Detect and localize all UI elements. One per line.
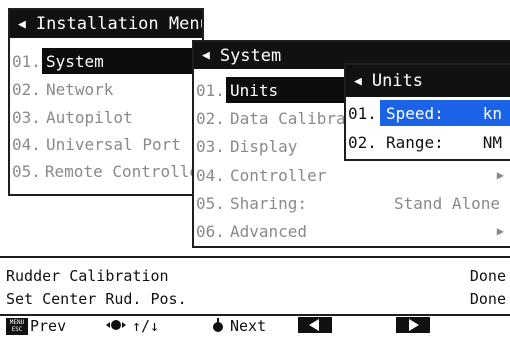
footer-bar: MENU ESC Prev ↑/↓ Next xyxy=(0,314,510,335)
menu-item-autopilot[interactable]: 03. Autopilot xyxy=(10,104,202,130)
menu-item-network[interactable]: 02. Network xyxy=(10,76,202,102)
range-value: NM xyxy=(482,132,502,152)
installation-menu-panel: ◀ Installation Menu 01. System 02. Netwo… xyxy=(8,8,204,196)
menu-item-sharing[interactable]: 05. Sharing: Stand Alone xyxy=(194,190,510,216)
status-set-center: Set Center Rud. Pos. Done xyxy=(6,289,506,308)
units-menu-title: Units xyxy=(371,71,424,91)
back-triangle-icon[interactable]: ◀ xyxy=(354,74,362,89)
press-knob-icon[interactable] xyxy=(210,317,226,337)
back-triangle-icon[interactable]: ◀ xyxy=(18,17,26,32)
speed-value: kn xyxy=(482,103,502,123)
system-menu-title: System xyxy=(219,45,282,66)
menu-item-system[interactable]: 01. System xyxy=(10,48,202,74)
submenu-arrow-icon: ▶ xyxy=(496,224,504,238)
back-triangle-icon[interactable]: ◀ xyxy=(202,48,210,63)
menu-esc-key-icon[interactable]: MENU ESC xyxy=(6,318,28,335)
menu-item-remote-controller[interactable]: 05. Remote Controller xyxy=(10,158,202,184)
footer-next-label: Next xyxy=(230,317,267,335)
units-menu-panel: ◀ Units 01. Speed: kn 02. Range: NM xyxy=(344,63,510,161)
submenu-arrow-icon: ▶ xyxy=(496,168,504,182)
sharing-value: Stand Alone xyxy=(394,193,500,213)
installation-menu-title: Installation Menu xyxy=(35,14,204,34)
units-menu-title-bar: ◀ Units xyxy=(346,65,510,97)
left-arrow-key-icon[interactable] xyxy=(298,317,332,333)
footer-prev-label: Prev xyxy=(30,317,67,335)
menu-item-controller[interactable]: 04. Controller ▶ xyxy=(194,162,510,188)
installation-menu-title-bar: ◀ Installation Menu xyxy=(10,10,202,38)
menu-item-speed[interactable]: 01. Speed: kn xyxy=(346,100,510,126)
status-rudder-calibration: Rudder Calibration Done xyxy=(6,266,506,285)
menu-item-range[interactable]: 02. Range: NM xyxy=(346,129,510,155)
right-arrow-key-icon[interactable] xyxy=(396,317,430,333)
menu-item-advanced[interactable]: 06. Advanced ▶ xyxy=(194,218,510,244)
status-divider xyxy=(0,256,510,258)
menu-item-universal-port[interactable]: 04. Universal Port xyxy=(10,131,202,157)
footer-up-down-label: ↑/↓ xyxy=(132,317,160,335)
rotary-knob-icon[interactable] xyxy=(104,317,128,337)
